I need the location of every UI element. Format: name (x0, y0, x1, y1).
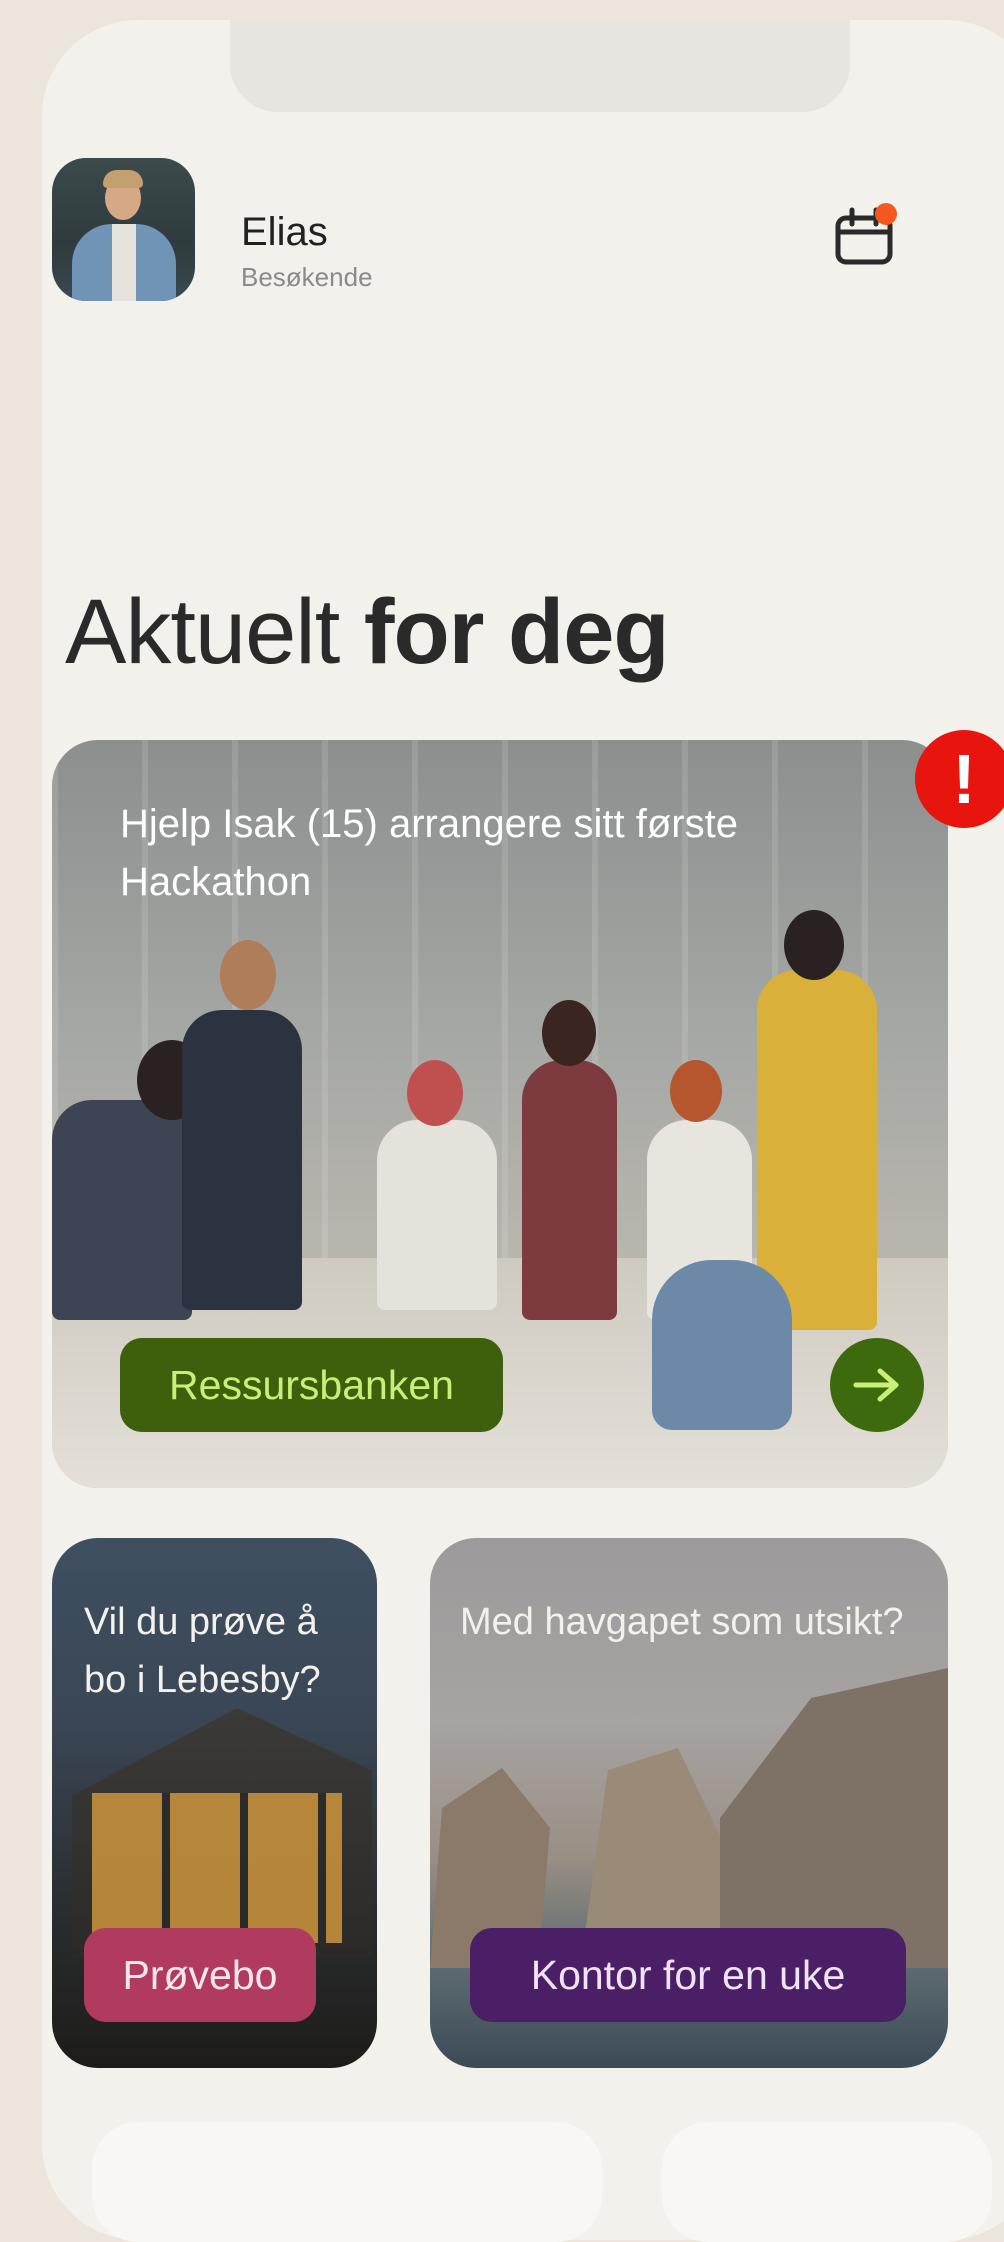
person-figure (182, 1010, 302, 1310)
heading-regular: Aktuelt (65, 581, 340, 683)
cabin-windows (92, 1793, 342, 1943)
avatar-shirt (112, 224, 136, 301)
avatar[interactable] (52, 158, 195, 301)
lebesby-card[interactable]: Vil du prøve å bo i Lebesby? Prøvebo (52, 1538, 377, 2068)
notification-dot (875, 203, 897, 225)
kontor-tag[interactable]: Kontor for en uke (470, 1928, 906, 2022)
person-figure (52, 1100, 192, 1320)
calendar-icon (835, 203, 897, 265)
ressursbanken-tag[interactable]: Ressursbanken (120, 1338, 503, 1432)
person-head (670, 1060, 722, 1122)
person-head (407, 1060, 463, 1126)
section-heading: Aktuelt for deg (65, 580, 670, 685)
user-name: Elias (241, 210, 328, 254)
person-figure (652, 1260, 792, 1430)
person-figure (522, 1060, 617, 1320)
featured-card[interactable]: Hjelp Isak (15) arrangere sitt første Ha… (52, 740, 948, 1488)
cliff-image (720, 1668, 948, 1968)
next-card[interactable] (662, 2122, 992, 2242)
person-head (784, 910, 844, 980)
alert-badge: ! (915, 730, 1004, 828)
person-head (542, 1000, 596, 1066)
featured-card-arrow-button[interactable] (830, 1338, 924, 1432)
avatar-hair (103, 170, 143, 188)
provebo-tag[interactable]: Prøvebo (84, 1928, 316, 2022)
next-card[interactable] (92, 2122, 602, 2242)
person-head (220, 940, 276, 1010)
person-figure (757, 970, 877, 1330)
calendar-button[interactable] (830, 200, 902, 272)
lebesby-card-title: Vil du prøve å bo i Lebesby? (84, 1601, 321, 1701)
featured-card-title: Hjelp Isak (15) arrangere sitt første Ha… (120, 802, 738, 904)
havgapet-card-title: Med havgapet som utsikt? (460, 1601, 904, 1643)
havgapet-card[interactable]: Med havgapet som utsikt? Kontor for en u… (430, 1538, 948, 2068)
person-figure (377, 1120, 497, 1310)
heading-bold: for deg (363, 581, 670, 683)
arrow-right-icon (853, 1368, 899, 1402)
notch (230, 20, 850, 112)
user-role: Besøkende (241, 262, 373, 292)
